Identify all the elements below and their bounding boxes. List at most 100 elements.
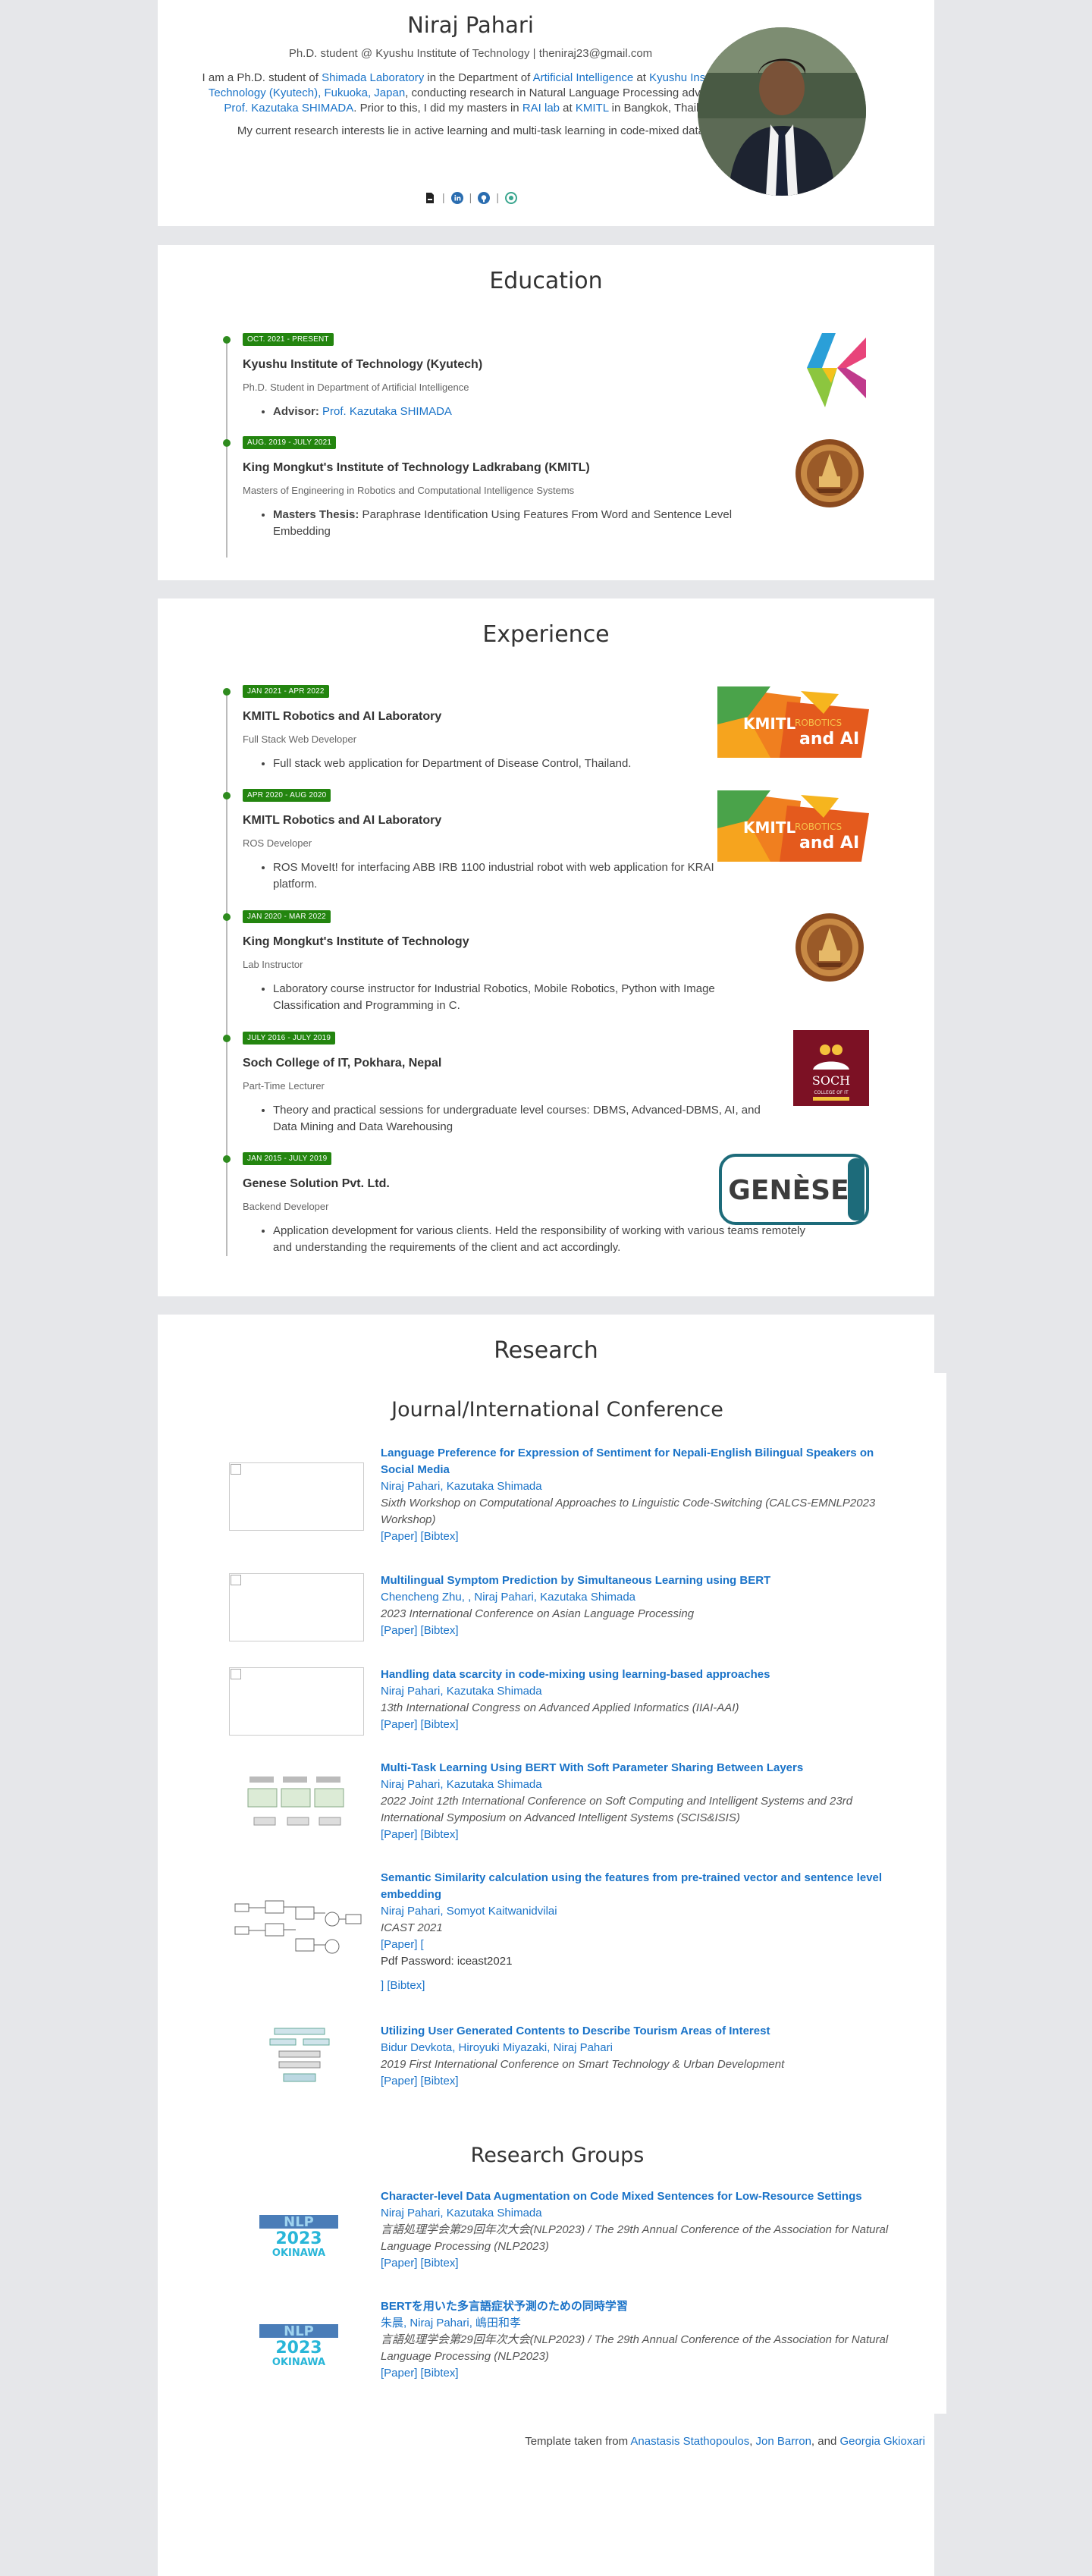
bibtex-link[interactable]: [Bibtex]: [421, 1828, 459, 1841]
link-ai-department[interactable]: Artificial Intelligence: [533, 71, 634, 84]
paper-title-link[interactable]: Multi-Task Learning Using BERT With Soft…: [381, 1761, 803, 1774]
list-item: Advisor: Prof. Kazutaka SHIMADA: [273, 404, 758, 420]
credit-link[interactable]: Anastasis Stathopoulos: [630, 2435, 749, 2448]
paper-title-link[interactable]: Multilingual Symptom Prediction by Simul…: [381, 1574, 770, 1587]
date-badge: APR 2020 - AUG 2020: [243, 789, 331, 802]
google-scholar-icon[interactable]: [504, 192, 517, 205]
bullet-list: Advisor: Prof. Kazutaka SHIMADA: [273, 404, 758, 420]
linkedin-icon[interactable]: [450, 192, 463, 205]
genese-logo: GENÈSE: [719, 1154, 869, 1225]
credit-link[interactable]: Georgia Gkioxari: [839, 2435, 925, 2448]
footer-text: , and: [811, 2435, 840, 2448]
logo-text: ROBOTICS: [795, 821, 842, 832]
bullet-list: Theory and practical sessions for underg…: [273, 1102, 774, 1136]
link-rai-lab[interactable]: RAI lab: [522, 102, 560, 115]
job-role: Lab Instructor: [243, 959, 303, 970]
bibtex-link[interactable]: [Bibtex]: [421, 1718, 459, 1731]
link-advisor[interactable]: Prof. Kazutaka SHIMADA: [322, 405, 452, 418]
logo-text: 2023: [275, 2339, 322, 2358]
experience-item: JAN 2020 - MAR 2022 King Mongkut's Insti…: [243, 909, 758, 1014]
list-item: Laboratory course instructor for Industr…: [273, 981, 758, 1014]
link-prof-shimada[interactable]: Prof. Kazutaka SHIMADA: [224, 102, 353, 115]
timeline-line: [226, 691, 228, 1256]
bibtex-link[interactable]: [Bibtex]: [421, 1530, 459, 1543]
paper-thumbnail: [229, 1573, 364, 1641]
bibtex-link[interactable]: ] [Bibtex]: [381, 1979, 425, 1992]
paper-venue: 2019 First International Conference on S…: [381, 2058, 785, 2071]
date-badge: JAN 2015 - JULY 2019: [243, 1152, 332, 1165]
publication-item: Semantic Similarity calculation using th…: [381, 1870, 904, 1994]
date-badge: JAN 2021 - APR 2022: [243, 685, 329, 698]
timeline-dot: [223, 336, 231, 344]
paper-link[interactable]: [Paper]: [381, 2257, 417, 2270]
organization-name: KMITL Robotics and AI Laboratory: [243, 710, 442, 723]
paper-title-link[interactable]: Handling data scarcity in code-mixing us…: [381, 1668, 770, 1681]
paper-authors: Chencheng Zhu, , Niraj Pahari, Kazutaka …: [381, 1591, 636, 1604]
link-shimada-lab[interactable]: Shimada Laboratory: [322, 71, 424, 84]
paper-venue: 言語処理学会第29回年次大会(NLP2023) / The 29th Annua…: [381, 2333, 889, 2363]
subsection-title-research-groups: Research Groups: [470, 2144, 645, 2167]
broken-image-icon: [231, 1464, 241, 1475]
list-item: ROS MoveIt! for interfacing ABB IRB 1100…: [273, 859, 728, 893]
paper-title-link[interactable]: Semantic Similarity calculation using th…: [381, 1871, 882, 1901]
paper-venue: 2023 International Conference on Asian L…: [381, 1607, 695, 1620]
logo-text: KMITL: [743, 818, 795, 837]
bio-text: I am a Ph.D. student of: [202, 71, 322, 84]
paper-link[interactable]: [Paper]: [381, 2075, 417, 2088]
paper-authors: Niraj Pahari, Somyot Kaitwanidvilai: [381, 1905, 557, 1918]
timeline-dot: [223, 792, 231, 800]
paper-title-link[interactable]: BERTを用いた多言語症状予測のための同時学習: [381, 2300, 628, 2313]
logo-text: and AI: [799, 730, 859, 749]
bullet-list: Application development for various clie…: [273, 1223, 819, 1256]
paper-title-link[interactable]: Language Preference for Expression of Se…: [381, 1447, 874, 1476]
education-card: Education OCT. 2021 - PRESENT Kyushu Ins…: [158, 245, 934, 580]
logo-text: NLP: [284, 2214, 314, 2230]
paper-link[interactable]: [Paper]: [381, 2367, 417, 2380]
organization-name: Soch College of IT, Pokhara, Nepal: [243, 1057, 442, 1070]
bio-text: . Prior to this, I did my masters in: [353, 102, 522, 115]
paper-link[interactable]: [Paper]: [381, 1718, 417, 1731]
bullet-label: Masters Thesis:: [273, 508, 359, 521]
date-badge: JULY 2016 - JULY 2019: [243, 1032, 336, 1045]
logo-text: NLP: [284, 2323, 314, 2339]
date-badge: AUG. 2019 - JULY 2021: [243, 436, 337, 449]
paper-title-link[interactable]: Character-level Data Augmentation on Cod…: [381, 2190, 862, 2203]
pdf-icon[interactable]: [424, 192, 436, 204]
broken-image-icon: [231, 1575, 241, 1585]
experience-card: Experience JAN 2021 - APR 2022 KMITL Rob…: [158, 598, 934, 1296]
bibtex-link[interactable]: [Bibtex]: [421, 2257, 459, 2270]
logo-text: ROBOTICS: [795, 718, 842, 728]
logo-text: and AI: [799, 834, 859, 853]
footer-credits: Template taken from Anastasis Stathopoul…: [349, 2435, 925, 2448]
social-icons: | | |: [385, 191, 556, 205]
bibtex-link[interactable]: [Bibtex]: [421, 2367, 459, 2380]
paper-venue: Sixth Workshop on Computational Approach…: [381, 1497, 876, 1526]
credit-link[interactable]: Jon Barron: [756, 2435, 811, 2448]
job-role: ROS Developer: [243, 837, 312, 849]
paper-link[interactable]: [Paper] [: [381, 1938, 424, 1951]
bio-paragraph-1: I am a Ph.D. student of Shimada Laborato…: [199, 71, 745, 116]
paper-link[interactable]: [Paper]: [381, 1530, 417, 1543]
bullet-list: ROS MoveIt! for interfacing ABB IRB 1100…: [273, 859, 728, 893]
github-icon[interactable]: [478, 192, 491, 205]
nlp2023-logo: NLP 2023 OKINAWA: [253, 2323, 344, 2368]
experience-item: JAN 2021 - APR 2022 KMITL Robotics and A…: [243, 683, 758, 772]
paper-link[interactable]: [Paper]: [381, 1828, 417, 1841]
separator: |: [442, 191, 445, 203]
kmitl-seal-logo: [795, 913, 864, 982]
paper-link[interactable]: [Paper]: [381, 1624, 417, 1637]
bibtex-link[interactable]: [Bibtex]: [421, 2075, 459, 2088]
kmitl-robotics-ai-logo: KMITL ROBOTICS and AI: [717, 790, 869, 862]
bullet-list: Full stack web application for Departmen…: [273, 756, 758, 772]
logo-text: KMITL: [743, 715, 795, 733]
list-item: Full stack web application for Departmen…: [273, 756, 758, 772]
link-kmitl[interactable]: KMITL: [576, 102, 609, 115]
section-title-education: Education: [489, 268, 603, 294]
publication-item: Utilizing User Generated Contents to Des…: [381, 2023, 904, 2090]
paper-title-link[interactable]: Utilizing User Generated Contents to Des…: [381, 2025, 770, 2037]
header-card: Niraj Pahari Ph.D. student @ Kyushu Inst…: [158, 0, 934, 226]
bibtex-link[interactable]: [Bibtex]: [421, 1624, 459, 1637]
timeline-dot: [223, 913, 231, 921]
bullet-list: Laboratory course instructor for Industr…: [273, 981, 758, 1014]
publication-item: Handling data scarcity in code-mixing us…: [381, 1667, 904, 1733]
